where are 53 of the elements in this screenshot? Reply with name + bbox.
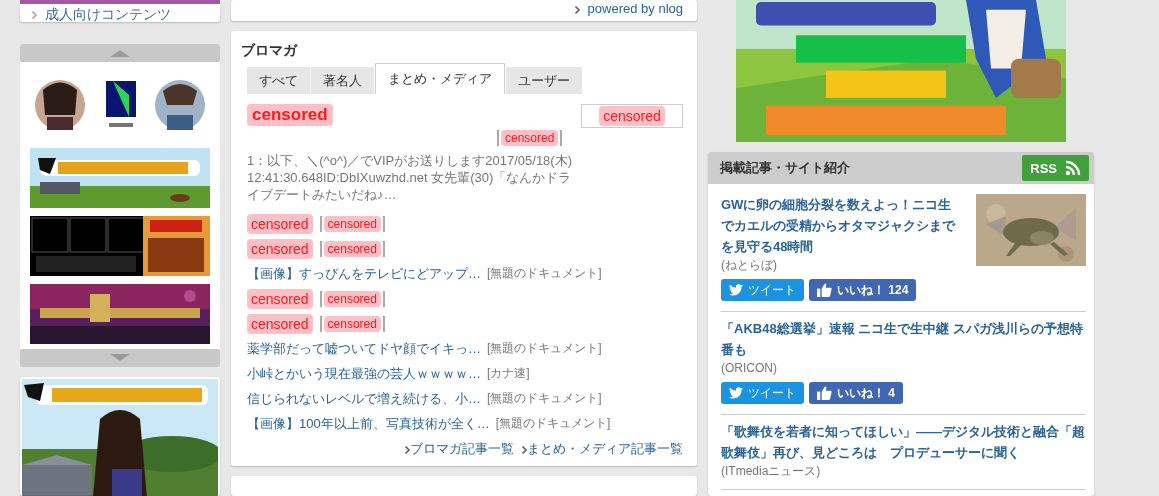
article-link[interactable]: 【画像】100年以上前、写真技術が全く… [247,414,490,433]
news-headline[interactable]: 「歌舞伎を若者に知ってほしい」――デジタル技術と融合「超歌舞伎」再び、見どころは プロデューサーに聞く [721,421,1086,463]
widget-title: 掲載記事・サイト紹介 [720,159,850,177]
article-link[interactable]: 小峠とかいう現在最強の芸人ｗｗｗｗ… [247,364,481,383]
article-source[interactable]: [カナ速] [487,365,530,383]
censored-source[interactable]: censored [323,215,381,232]
censored-title[interactable]: censored [247,288,313,309]
tweet-button[interactable]: ツイート [721,382,804,404]
censored-source[interactable]: censored [323,290,381,307]
thumbs-up-icon [817,283,832,297]
like-button[interactable]: いいね！ 124 [809,279,917,301]
tab[interactable]: すべて [247,67,310,95]
article-link[interactable]: 【画像】すっぴんをテレビにどアップ… [247,264,481,283]
news-headline[interactable]: GWに卵の細胞分裂を数えよっ！ニコ生でカエルの受精からオタマジャクシまでを見守る48時間 [721,194,963,257]
section-title: ブロマガ [241,41,299,61]
chevron-icon [522,446,527,455]
thumbnail-frame[interactable]: censored [581,104,683,129]
censored-title[interactable]: censored [247,238,313,259]
article-excerpt: 1：以下、＼(^o^)／でVIPがお送りします2017/05/18(木) 12:41:30.648ID:DbIXuwzhd.net 女先輩(30)「なんかドライブデートみたいだね♪… [247,152,573,204]
news-source: (ねとらぼ) [721,257,778,273]
censored-title[interactable]: censored [247,104,333,127]
up-arrow-icon [108,49,132,57]
chevron-icon [32,11,37,20]
thumbs-up-icon [817,386,832,400]
article-link[interactable]: 信じられないレベルで増え続ける、小… [247,389,481,408]
article-source[interactable]: [無題のドキュメント] [487,340,602,358]
article-source[interactable]: [無題のドキュメント] [495,415,611,433]
tweet-button[interactable]: ツイート [721,279,804,301]
censored-source[interactable]: censored [501,130,559,147]
chevron-icon [574,6,580,15]
article-source[interactable]: [無題のドキュメント] [487,390,602,408]
article-link[interactable]: 薬学部だって嘘ついてドヤ顔でイキっ… [247,339,481,358]
bird-icon [729,284,743,296]
like-button[interactable]: いいね！ 4 [809,382,903,404]
tab[interactable]: 著名人 [311,67,374,95]
news-headline[interactable]: 「AKB48総選挙」速報 ニコ生で生中継 スパガ浅川らの予想特番も [721,318,1086,360]
more-link[interactable]: まとめ・メディア記事一覧 [522,440,683,459]
tab[interactable]: ユーザー [506,67,582,95]
censored-thumbnail: censored [599,106,665,127]
chevron-icon [405,446,410,455]
censored-source[interactable]: censored [323,240,381,257]
censored-source[interactable]: censored [323,315,381,332]
news-source: (ITmediaニュース) [721,463,822,479]
article-source[interactable]: [無題のドキュメント] [487,265,602,283]
bird-icon [729,387,743,399]
censored-title[interactable]: censored [247,313,313,334]
tab[interactable]: まとめ・メディア [375,63,505,95]
down-arrow-icon [108,354,132,362]
censored-title[interactable]: censored [247,213,313,234]
more-link[interactable]: ブロマガ記事一覧 [405,440,514,459]
rss-icon [1065,160,1081,176]
rss-button[interactable]: RSS [1022,155,1089,181]
news-source: (ORICON) [721,360,778,376]
